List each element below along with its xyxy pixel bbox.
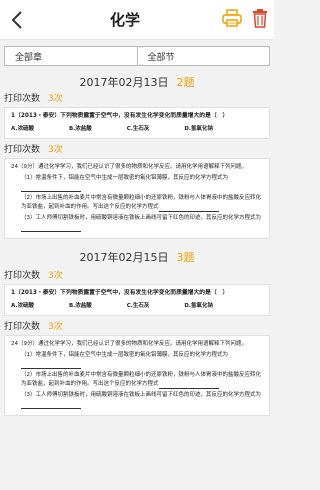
sub-question-1: （1）常温条件下，铝能在空气中生成一层致密的氧化铝薄膜，其反应的化学方程式为 [11, 351, 263, 369]
question-head: 24（9分）通过化学学习，我们已经认识了很多的物质和化学反应。请用化学用语解释下… [11, 341, 248, 347]
day-question-count: 3题 [176, 251, 195, 264]
page-title: 化学 [109, 11, 140, 29]
chevron-left-icon [11, 10, 22, 29]
day-date: 2017年02月15日 [79, 251, 169, 264]
option-d: D.氢氧化钠 [184, 126, 213, 132]
filter-bar: 全部章 全部节 [4, 46, 270, 66]
print-count-row: 打印次数 3次 [0, 316, 274, 335]
option-a: A.浓硫酸 [11, 303, 34, 309]
trash-icon [252, 8, 267, 28]
sub-question-1: （1）常温条件下，铝能在空气中生成一层致密的氧化铝薄膜，其反应的化学方程式为 [11, 174, 263, 192]
print-label: 打印次数 [4, 322, 41, 332]
nav-bar: 化学 [0, 0, 274, 40]
question-text: 1（2013・泰安）下列物质露置于空气中，没有发生化学变化而质量增大的是（ ） [11, 113, 229, 119]
chapter-filter[interactable]: 全部章 [4, 46, 138, 66]
print-count-row: 打印次数 3次 [0, 88, 274, 107]
option-b: B.浓盐酸 [68, 126, 92, 132]
question-card[interactable]: 1（2013・泰安）下列物质露置于空气中，没有发生化学变化而质量增大的是（ ） … [4, 107, 270, 139]
printer-icon [222, 8, 242, 27]
section-filter[interactable]: 全部节 [137, 46, 270, 66]
print-count-row: 打印次数 3次 [0, 265, 274, 284]
option-b: B.浓盐酸 [68, 303, 92, 309]
sub-question-2: （2）市场上出售的补血麦片中常含有微量颗粒细小的还原铁粉，铁粉与人体胃液中的盐酸… [21, 372, 262, 389]
print-label: 打印次数 [4, 94, 41, 104]
option-a: A.浓硫酸 [11, 126, 34, 132]
delete-button[interactable] [252, 8, 268, 32]
day-question-count: 2题 [176, 76, 195, 89]
option-d: D.氢氧化钠 [184, 303, 213, 309]
print-count-row: 打印次数 3次 [0, 139, 274, 158]
sub-question-3: （3）工人师傅切割铁板时，用硫酸铜溶液在铁板上画线可留下红色的印迹，其反应的化学… [11, 391, 263, 409]
question-head: 24（9分）通过化学学习，我们已经认识了很多的物质和化学反应。请用化学用语解释下… [11, 164, 248, 170]
day-header: 2017年02月15日 3题 [0, 239, 274, 265]
question-text: 1（2013・泰安）下列物质露置于空气中，没有发生化学变化而质量增大的是（ ） [11, 290, 229, 296]
option-c: C.生石灰 [126, 126, 150, 132]
print-button[interactable] [222, 8, 242, 31]
question-options: A.浓硫酸 B.浓盐酸 C.生石灰 D.氢氧化钠 [11, 125, 263, 134]
question-card[interactable]: 24（9分）通过化学学习，我们已经认识了很多的物质和化学反应。请用化学用语解释下… [4, 335, 270, 416]
day-header: 2017年02月13日 2题 [0, 66, 274, 89]
option-c: C.生石灰 [126, 303, 150, 309]
question-options: A.浓硫酸 B.浓盐酸 C.生石灰 D.氢氧化钠 [11, 302, 263, 311]
day-date: 2017年02月13日 [79, 76, 169, 89]
print-count: 3次 [48, 322, 63, 332]
print-count: 3次 [48, 145, 63, 155]
sub-question-3: （3）工人师傅切割铁板时，用硫酸铜溶液在铁板上画线可留下红色的印迹，其反应的化学… [11, 214, 263, 232]
sub-question-2: （2）市场上出售的补血麦片中常含有微量颗粒细小的还原铁粉，铁粉与人体胃液中的盐酸… [21, 195, 262, 212]
print-count: 3次 [48, 94, 63, 104]
print-count: 3次 [48, 271, 63, 281]
back-button[interactable] [6, 9, 28, 31]
question-card[interactable]: 24（9分）通过化学学习，我们已经认识了很多的物质和化学反应。请用化学用语解释下… [4, 158, 270, 239]
question-card[interactable]: 1（2013・泰安）下列物质露置于空气中，没有发生化学变化而质量增大的是（ ） … [4, 284, 270, 316]
print-label: 打印次数 [4, 145, 41, 155]
print-label: 打印次数 [4, 271, 41, 281]
